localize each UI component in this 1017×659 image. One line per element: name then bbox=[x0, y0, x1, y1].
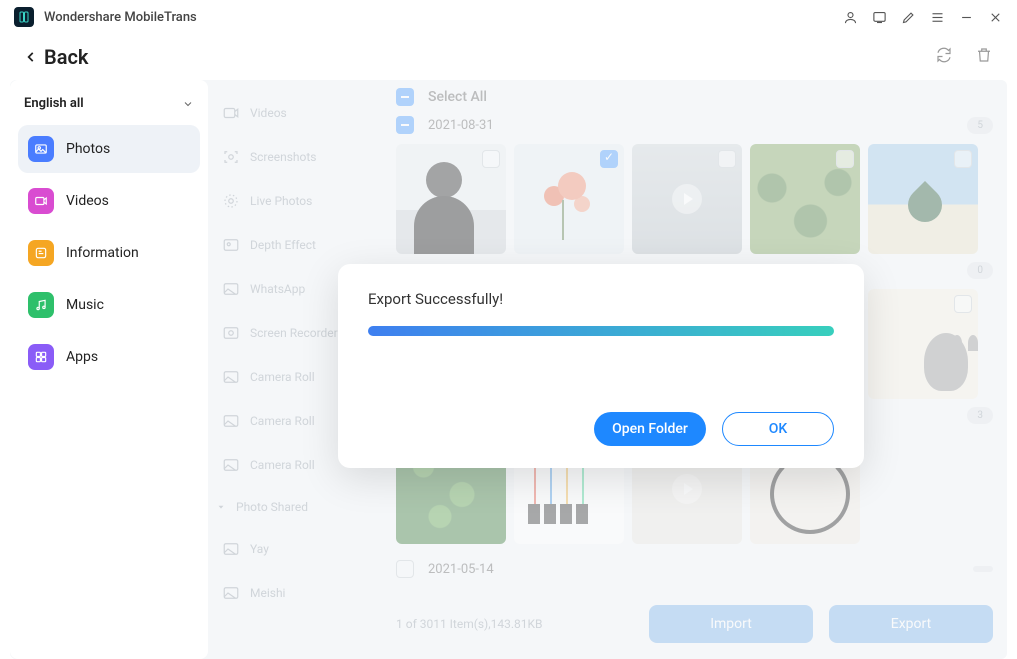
date-label: 2021-05-14 bbox=[428, 562, 494, 577]
album-photoshared[interactable]: Photo Shared bbox=[214, 490, 380, 524]
play-icon bbox=[672, 184, 702, 214]
count-badge bbox=[973, 566, 993, 572]
back-label: Back bbox=[44, 45, 88, 69]
category-label: Information bbox=[66, 245, 139, 261]
info-icon bbox=[28, 240, 54, 266]
category-label: Videos bbox=[66, 193, 109, 209]
thumbnail-checkbox[interactable] bbox=[954, 295, 972, 313]
ok-button[interactable]: OK bbox=[722, 412, 834, 446]
count-badge: 0 bbox=[967, 262, 993, 279]
album-screenshots[interactable]: Screenshots bbox=[214, 138, 380, 176]
footer: 1 of 3011 Item(s),143.81KB Import Export bbox=[396, 593, 993, 659]
thumbnail-checkbox[interactable] bbox=[482, 150, 500, 168]
album-yay[interactable]: Yay bbox=[214, 530, 380, 568]
titlebar: Wondershare MobileTrans bbox=[0, 0, 1017, 34]
album-videos[interactable]: Videos bbox=[214, 94, 380, 132]
dialog-title: Export Successfully! bbox=[368, 290, 834, 308]
album-meishi[interactable]: Meishi bbox=[214, 574, 380, 612]
photo-thumbnail[interactable] bbox=[396, 144, 506, 254]
count-badge: 5 bbox=[967, 117, 993, 134]
category-apps[interactable]: Apps bbox=[18, 333, 200, 381]
count-badge: 3 bbox=[967, 407, 993, 424]
category-information[interactable]: Information bbox=[18, 229, 200, 277]
date-group-checkbox[interactable] bbox=[396, 560, 414, 578]
open-folder-button[interactable]: Open Folder bbox=[594, 412, 706, 446]
category-label: Photos bbox=[66, 141, 110, 157]
select-all-label: Select All bbox=[428, 89, 487, 105]
close-icon[interactable] bbox=[988, 10, 1003, 25]
photo-thumbnail[interactable] bbox=[750, 144, 860, 254]
videos-icon bbox=[28, 188, 54, 214]
category-label: Apps bbox=[66, 349, 98, 365]
music-icon bbox=[28, 292, 54, 318]
back-button[interactable]: Back bbox=[24, 45, 88, 69]
selection-info: 1 of 3011 Item(s),143.81KB bbox=[396, 617, 542, 631]
edit-icon[interactable] bbox=[901, 10, 916, 25]
photo-grid bbox=[396, 144, 993, 254]
play-icon bbox=[672, 474, 702, 504]
menu-icon[interactable] bbox=[930, 10, 945, 25]
photo-thumbnail[interactable] bbox=[868, 289, 978, 399]
photos-icon bbox=[28, 136, 54, 162]
select-all-checkbox[interactable] bbox=[396, 88, 414, 106]
progress-bar bbox=[368, 326, 834, 336]
photo-thumbnail[interactable] bbox=[514, 144, 624, 254]
export-success-dialog: Export Successfully! Open Folder OK bbox=[338, 264, 864, 468]
feedback-icon[interactable] bbox=[872, 10, 887, 25]
album-livephotos[interactable]: Live Photos bbox=[214, 182, 380, 220]
account-icon[interactable] bbox=[843, 10, 858, 25]
thumbnail-checkbox[interactable] bbox=[836, 150, 854, 168]
date-label: 2021-08-31 bbox=[428, 118, 494, 133]
category-sidebar: English all Photos Videos Information Mu… bbox=[10, 80, 208, 659]
import-button[interactable]: Import bbox=[649, 605, 813, 643]
thumbnail-checkbox[interactable] bbox=[954, 150, 972, 168]
category-photos[interactable]: Photos bbox=[18, 125, 200, 173]
language-selector[interactable]: English all bbox=[10, 80, 208, 125]
thumbnail-checkbox[interactable] bbox=[600, 150, 618, 168]
date-group-checkbox[interactable] bbox=[396, 116, 414, 134]
album-deptheffect[interactable]: Depth Effect bbox=[214, 226, 380, 264]
language-label: English all bbox=[24, 96, 84, 111]
chevron-down-icon bbox=[182, 98, 194, 110]
app-title: Wondershare MobileTrans bbox=[44, 10, 197, 25]
video-thumbnail[interactable] bbox=[632, 144, 742, 254]
photo-thumbnail[interactable] bbox=[868, 144, 978, 254]
refresh-icon[interactable] bbox=[935, 46, 953, 68]
header: Back bbox=[0, 34, 1017, 80]
apps-icon bbox=[28, 344, 54, 370]
category-music[interactable]: Music bbox=[18, 281, 200, 329]
category-label: Music bbox=[66, 297, 104, 313]
trash-icon[interactable] bbox=[975, 46, 993, 68]
category-videos[interactable]: Videos bbox=[18, 177, 200, 225]
thumbnail-checkbox[interactable] bbox=[718, 150, 736, 168]
export-button[interactable]: Export bbox=[829, 605, 993, 643]
app-logo bbox=[14, 7, 34, 27]
minimize-icon[interactable] bbox=[959, 10, 974, 25]
